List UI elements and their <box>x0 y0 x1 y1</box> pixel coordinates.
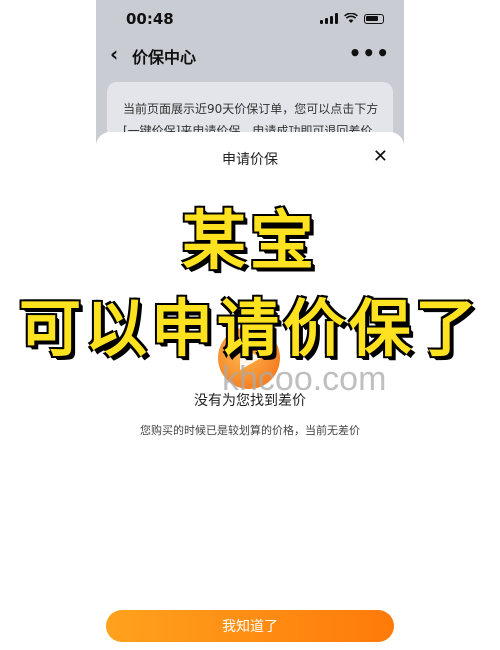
overlay-title-line-1: 某宝 <box>182 205 318 279</box>
battery-icon <box>364 14 384 24</box>
got-it-button[interactable]: 我知道了 <box>106 610 394 642</box>
close-icon[interactable]: ✕ <box>373 146 388 167</box>
page-title: 价保中心 <box>132 48 197 67</box>
back-button[interactable]: ‹ <box>110 42 118 66</box>
signal-icon <box>320 13 338 24</box>
notice-line-1: 当前页面展示近90天价保订单，您可以点击下方 <box>123 102 379 116</box>
wifi-icon <box>344 13 358 23</box>
status-icons <box>320 13 384 24</box>
nav-bar: ‹ 价保中心 ••• <box>96 38 404 72</box>
empty-state-subtitle: 您购买的时候已是较划算的价格，当前无差价 <box>140 424 360 437</box>
status-time: 00:48 <box>126 10 174 28</box>
more-button[interactable]: ••• <box>349 41 390 65</box>
sheet-title: 申请价保 <box>222 152 278 168</box>
status-bar: 00:48 <box>96 0 404 38</box>
page: 00:48 ‹ 价保中心 ••• 当前页面展示近90天价保订单，您可以点击下方 … <box>0 0 500 650</box>
overlay-title-line-2: 可以申请价保了 <box>18 292 481 365</box>
